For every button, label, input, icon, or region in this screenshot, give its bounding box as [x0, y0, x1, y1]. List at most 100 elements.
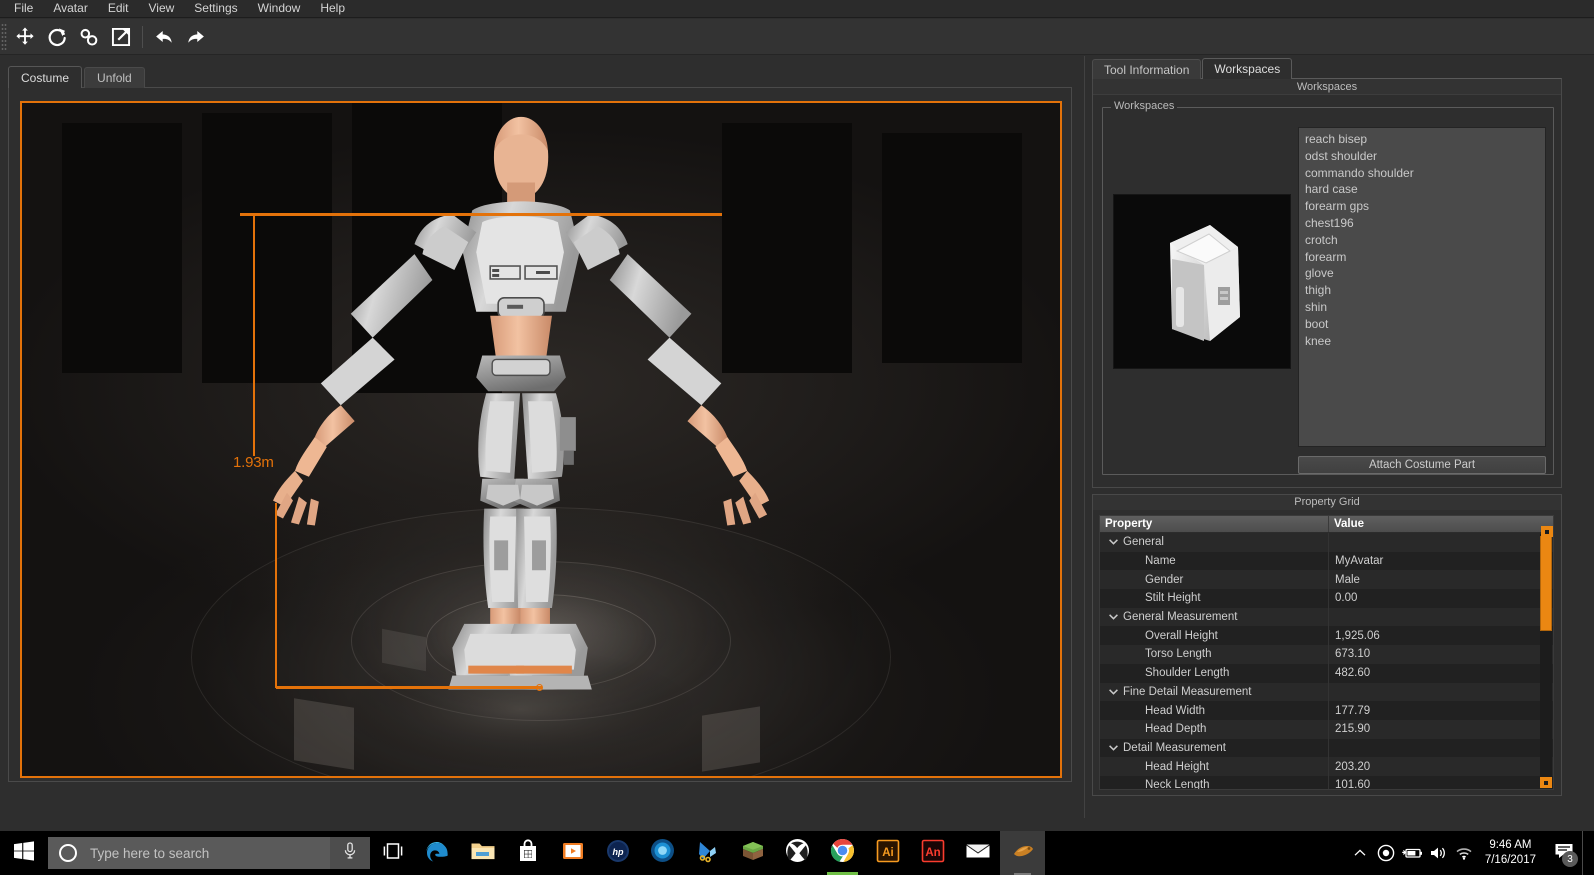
workspace-preview-thumbnail[interactable] [1113, 194, 1291, 369]
property-value[interactable]: MyAvatar [1329, 555, 1553, 567]
clock[interactable]: 9:46 AM 7/16/2017 [1477, 838, 1546, 868]
property-grid[interactable]: Property Value General Name MyAvatar Gen… [1099, 515, 1554, 790]
blue-orb-button[interactable] [640, 831, 685, 875]
table-row[interactable]: Torso Length 673.10 [1100, 645, 1553, 664]
property-value[interactable]: 215.90 [1329, 723, 1553, 735]
list-item[interactable]: knee [1302, 333, 1545, 350]
file-explorer-button[interactable] [460, 831, 505, 875]
edge-button[interactable] [415, 831, 460, 875]
scroll-up-button[interactable] [1541, 526, 1553, 537]
wifi-icon[interactable] [1451, 831, 1477, 875]
list-item[interactable]: reach bisep [1302, 131, 1545, 148]
property-value[interactable]: Male [1329, 574, 1553, 586]
xbox-button[interactable] [775, 831, 820, 875]
dock-splitter[interactable] [1082, 56, 1088, 818]
illustrator-button[interactable]: Ai [865, 831, 910, 875]
table-row[interactable]: Head Depth 215.90 [1100, 719, 1553, 739]
task-view-button[interactable] [370, 831, 415, 875]
table-row[interactable]: Stilt Height 0.00 [1100, 589, 1553, 608]
start-button[interactable] [0, 831, 48, 875]
scroll-down-button[interactable] [1540, 777, 1552, 788]
toolbar-grip[interactable] [1, 22, 7, 51]
sync-app-button[interactable] [685, 831, 730, 875]
table-row[interactable]: Neck Length 101.60 [1100, 775, 1553, 789]
property-value[interactable]: 0.00 [1329, 592, 1553, 604]
link-tool-button[interactable] [74, 22, 104, 52]
property-value[interactable]: 101.60 [1329, 779, 1553, 789]
table-row[interactable]: Overall Height 1,925.06 [1100, 626, 1553, 646]
list-item[interactable]: shin [1302, 299, 1545, 316]
action-center-button[interactable]: 3 [1546, 831, 1582, 875]
menu-item-settings[interactable]: Settings [184, 0, 247, 18]
property-name: Fine Detail Measurement [1123, 685, 1252, 698]
list-item[interactable]: chest196 [1302, 215, 1545, 232]
attach-costume-part-button[interactable]: Attach Costume Part [1298, 456, 1546, 474]
table-row[interactable]: Gender Male [1100, 570, 1553, 590]
list-item[interactable]: forearm [1302, 249, 1545, 266]
list-item[interactable]: forearm gps [1302, 198, 1545, 215]
tab-tool-information[interactable]: Tool Information [1092, 59, 1202, 79]
redo-button[interactable] [181, 22, 211, 52]
list-item[interactable]: odst shoulder [1302, 148, 1545, 165]
table-row[interactable]: Detail Measurement [1100, 738, 1553, 758]
table-row[interactable]: Fine Detail Measurement [1100, 682, 1553, 702]
avatar-app-button[interactable] [1000, 831, 1045, 875]
table-row[interactable]: Shoulder Length 482.60 [1100, 663, 1553, 683]
minecraft-button[interactable] [730, 831, 775, 875]
property-value[interactable]: 1,925.06 [1329, 630, 1553, 642]
table-row[interactable]: General Measurement [1100, 607, 1553, 627]
table-row[interactable]: Head Width 177.79 [1100, 701, 1553, 720]
menu-item-file[interactable]: File [4, 0, 43, 18]
chrome-button[interactable] [820, 831, 865, 875]
menu-item-help[interactable]: Help [310, 0, 355, 18]
search-input[interactable]: Type here to search [48, 837, 370, 869]
animate-button[interactable]: An [910, 831, 955, 875]
workspaces-list[interactable]: reach bisep odst shoulder commando shoul… [1298, 127, 1546, 447]
property-value[interactable]: 203.20 [1329, 761, 1553, 773]
animate-icon: An [921, 839, 945, 868]
hp-button[interactable]: hp [595, 831, 640, 875]
measure-handle[interactable] [536, 684, 543, 691]
show-hidden-icons-button[interactable] [1347, 831, 1373, 875]
show-desktop-button[interactable] [1582, 831, 1590, 875]
table-row[interactable]: Head Height 203.20 [1100, 757, 1553, 776]
chevron-down-icon[interactable] [1105, 689, 1121, 695]
list-item[interactable]: boot [1302, 316, 1545, 333]
list-item[interactable]: commando shoulder [1302, 165, 1545, 182]
battery-icon[interactable] [1399, 831, 1425, 875]
property-value[interactable]: 177.79 [1329, 705, 1553, 717]
list-item[interactable]: thigh [1302, 282, 1545, 299]
list-item[interactable]: glove [1302, 265, 1545, 282]
tab-unfold[interactable]: Unfold [84, 67, 145, 88]
3d-viewport[interactable]: 1.93m [20, 101, 1062, 778]
menu-item-window[interactable]: Window [248, 0, 311, 18]
property-grid-scrollbar[interactable] [1540, 526, 1553, 788]
menu-item-view[interactable]: View [139, 0, 185, 18]
chevron-down-icon[interactable] [1105, 614, 1121, 620]
property-value[interactable]: 482.60 [1329, 667, 1553, 679]
list-item[interactable]: hard case [1302, 181, 1545, 198]
tab-costume[interactable]: Costume [8, 66, 83, 88]
list-item[interactable]: crotch [1302, 232, 1545, 249]
measure-cap-top [240, 213, 722, 216]
property-value[interactable]: 673.10 [1329, 648, 1553, 660]
move-tool-button[interactable] [10, 22, 40, 52]
microphone-button[interactable] [330, 837, 370, 869]
onedrive-or-record-icon[interactable] [1373, 831, 1399, 875]
undo-button[interactable] [149, 22, 179, 52]
tab-workspaces[interactable]: Workspaces [1202, 58, 1293, 79]
menu-item-avatar[interactable]: Avatar [43, 0, 97, 18]
table-row[interactable]: General [1100, 533, 1553, 552]
microsoft-store-button[interactable] [505, 831, 550, 875]
avatar-model[interactable] [22, 103, 1060, 776]
export-tool-button[interactable] [106, 22, 136, 52]
chevron-down-icon[interactable] [1105, 745, 1121, 751]
table-row[interactable]: Name MyAvatar [1100, 551, 1553, 571]
movies-tv-button[interactable] [550, 831, 595, 875]
volume-icon[interactable] [1425, 831, 1451, 875]
mail-button[interactable] [955, 831, 1000, 875]
menu-item-edit[interactable]: Edit [98, 0, 139, 18]
chevron-down-icon[interactable] [1105, 539, 1121, 546]
rotate-tool-button[interactable] [42, 22, 72, 52]
scrollbar-thumb[interactable] [1540, 526, 1553, 631]
